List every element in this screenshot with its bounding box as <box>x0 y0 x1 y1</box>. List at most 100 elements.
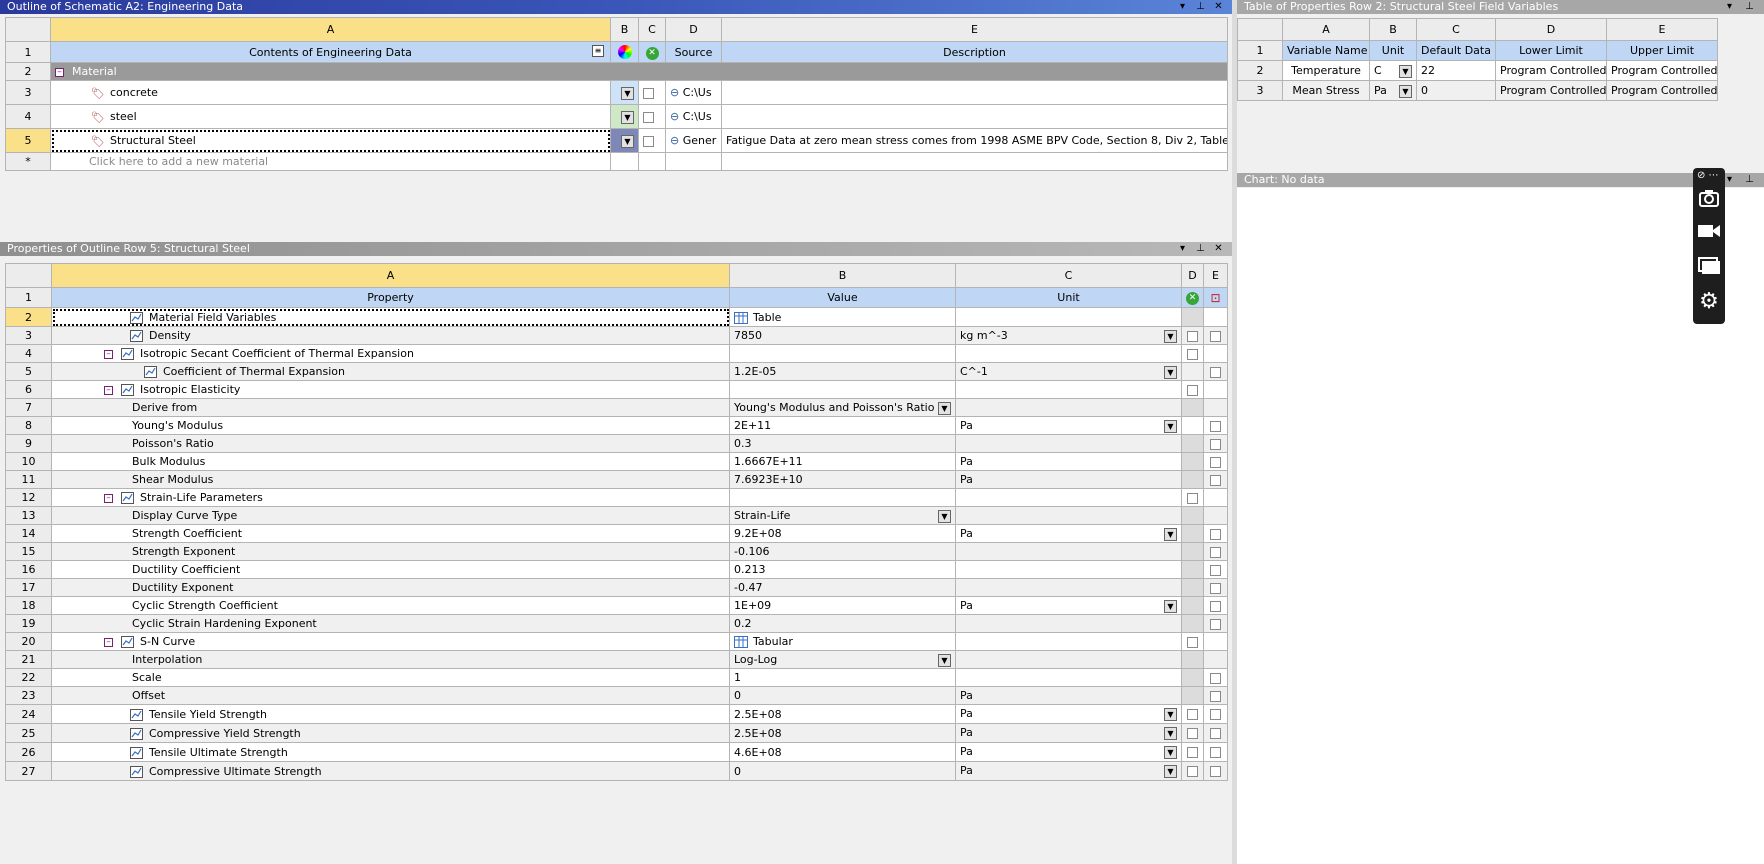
parameter-cell[interactable] <box>1203 632 1228 651</box>
parameter-checkbox[interactable] <box>1210 747 1221 758</box>
properties-pin-icon[interactable]: ⊥ <box>1194 242 1207 256</box>
property-row[interactable]: 14 Strength Coefficient 9.2E+08 Pa ▼ <box>5 524 1228 543</box>
property-value[interactable]: Tabular <box>729 632 956 651</box>
material-name[interactable]: 🏷 concrete <box>50 80 611 105</box>
parameter-cell[interactable] <box>1203 362 1228 381</box>
property-name[interactable]: Shear Modulus <box>51 470 730 489</box>
parameter-checkbox[interactable] <box>1210 474 1221 486</box>
property-unit[interactable] <box>955 344 1182 363</box>
property-name[interactable]: Ductility Exponent <box>51 578 730 597</box>
property-row[interactable]: 8 Young's Modulus 2E+11 Pa ▼ <box>5 416 1228 435</box>
field-col-a[interactable]: A <box>1282 18 1370 41</box>
suppress-checkbox[interactable] <box>1187 709 1198 720</box>
material-checkbox[interactable] <box>638 80 666 105</box>
field-col-b[interactable]: B <box>1369 18 1417 41</box>
outline-col-e[interactable]: E <box>721 17 1228 42</box>
property-name[interactable]: – Isotropic Elasticity <box>51 380 730 399</box>
suppress-cell[interactable] <box>1181 380 1204 399</box>
windows-icon[interactable] <box>1697 256 1721 280</box>
suppress-checkbox[interactable] <box>1187 384 1198 396</box>
suppress-cell[interactable] <box>1181 452 1204 471</box>
parameter-cell[interactable] <box>1203 380 1228 399</box>
add-material-input[interactable]: Click here to add a new material <box>50 152 611 171</box>
parameter-cell[interactable] <box>1203 742 1228 762</box>
camera-icon[interactable] <box>1697 188 1721 212</box>
property-row[interactable]: 20– S-N Curve Tabular <box>5 632 1228 651</box>
property-unit[interactable] <box>955 506 1182 525</box>
property-unit[interactable] <box>955 542 1182 561</box>
property-row[interactable]: 24 Tensile Yield Strength 2.5E+08 Pa ▼ <box>5 704 1228 724</box>
dropdown-arrow-icon[interactable]: ▼ <box>938 653 951 667</box>
property-unit[interactable] <box>955 434 1182 453</box>
property-row[interactable]: 22 Scale 1 <box>5 668 1228 687</box>
property-value[interactable]: 1 <box>729 668 956 687</box>
parameter-cell[interactable] <box>1203 650 1228 669</box>
property-unit[interactable] <box>955 398 1182 417</box>
material-dropdown[interactable]: ▼ <box>610 128 639 153</box>
dropdown-arrow-icon[interactable]: ▼ <box>1164 765 1177 778</box>
panel-splitter[interactable] <box>1232 0 1237 864</box>
parameter-checkbox[interactable] <box>1210 330 1221 342</box>
property-value[interactable]: 1.2E-05 <box>729 362 956 381</box>
dropdown-arrow-icon[interactable]: ▼ <box>1164 708 1177 721</box>
parameter-checkbox[interactable] <box>1210 582 1221 594</box>
dropdown-arrow-icon[interactable]: ▼ <box>1164 527 1177 541</box>
property-unit[interactable]: Pa ▼ <box>955 524 1182 543</box>
property-name[interactable]: Interpolation <box>51 650 730 669</box>
property-value[interactable]: 2E+11 <box>729 416 956 435</box>
field-unit-select[interactable]: Pa ▼ <box>1369 80 1417 101</box>
suppress-cell[interactable] <box>1181 434 1204 453</box>
material-name[interactable]: 🏷 steel <box>50 104 611 129</box>
suppress-checkbox[interactable] <box>1187 766 1198 777</box>
parameter-checkbox[interactable] <box>1210 690 1221 702</box>
suppress-checkbox[interactable] <box>1187 330 1198 342</box>
property-name[interactable]: Derive from <box>51 398 730 417</box>
property-row[interactable]: 9 Poisson's Ratio 0.3 <box>5 434 1228 453</box>
property-value[interactable]: 7850 <box>729 326 956 345</box>
material-checkbox[interactable] <box>638 104 666 129</box>
property-name[interactable]: Cyclic Strength Coefficient <box>51 596 730 615</box>
parameter-cell[interactable] <box>1203 614 1228 633</box>
parameter-checkbox[interactable] <box>1210 366 1221 378</box>
property-row[interactable]: 10 Bulk Modulus 1.6667E+11 Pa <box>5 452 1228 471</box>
collapse-icon[interactable]: – <box>104 385 113 395</box>
outline-dropdown-icon[interactable]: ▾ <box>1176 0 1189 14</box>
property-unit[interactable] <box>955 488 1182 507</box>
property-name[interactable]: Bulk Modulus <box>51 452 730 471</box>
property-value[interactable]: 0 <box>729 686 956 705</box>
property-value[interactable] <box>729 344 956 363</box>
parameter-cell[interactable] <box>1203 560 1228 579</box>
property-row[interactable]: 16 Ductility Coefficient 0.213 <box>5 560 1228 579</box>
outline-col-d[interactable]: D <box>665 17 722 42</box>
property-value[interactable]: 1.6667E+11 <box>729 452 956 471</box>
parameter-cell[interactable] <box>1203 488 1228 507</box>
property-name[interactable]: – Strain-Life Parameters <box>51 488 730 507</box>
property-unit[interactable]: Pa <box>955 452 1182 471</box>
suppress-cell[interactable] <box>1181 326 1204 345</box>
parameter-checkbox[interactable] <box>1210 438 1221 450</box>
property-row[interactable]: 21 Interpolation Log-Log ▼ <box>5 650 1228 669</box>
field-pin-icon[interactable]: ⊥ <box>1743 0 1756 14</box>
material-dropdown[interactable]: ▼ <box>610 104 639 129</box>
suppress-cell[interactable] <box>1181 506 1204 525</box>
suppress-checkbox[interactable] <box>1187 492 1198 504</box>
property-name[interactable]: Compressive Yield Strength <box>51 723 730 743</box>
property-name[interactable]: Material Field Variables <box>51 307 730 327</box>
dropdown-arrow-icon[interactable]: ▼ <box>1399 84 1412 98</box>
parameter-cell[interactable] <box>1203 307 1228 327</box>
property-value[interactable]: 0.213 <box>729 560 956 579</box>
parameter-checkbox[interactable] <box>1210 528 1221 540</box>
parameter-checkbox[interactable] <box>1210 546 1221 558</box>
property-unit[interactable]: Pa ▼ <box>955 596 1182 615</box>
property-unit[interactable]: Pa ▼ <box>955 704 1182 724</box>
chart-area[interactable] <box>1237 188 1764 864</box>
parameter-cell[interactable] <box>1203 542 1228 561</box>
parameter-checkbox[interactable] <box>1210 456 1221 468</box>
suppress-cell[interactable] <box>1181 542 1204 561</box>
property-name[interactable]: Cyclic Strain Hardening Exponent <box>51 614 730 633</box>
property-value[interactable]: Strain-Life ▼ <box>729 506 956 525</box>
parameter-checkbox[interactable] <box>1210 618 1221 630</box>
property-name[interactable]: Poisson's Ratio <box>51 434 730 453</box>
property-row[interactable]: 3 Density 7850 kg m^-3 ▼ <box>5 326 1228 345</box>
property-value[interactable]: Table <box>729 307 956 327</box>
